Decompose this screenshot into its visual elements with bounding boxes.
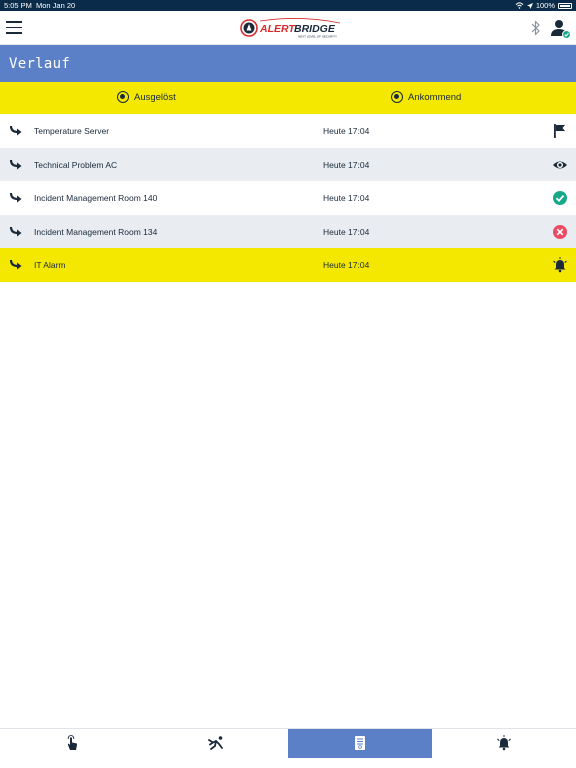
cancel-circle-icon: [553, 224, 567, 239]
app-header: ALERT BRIDGE NEXT LEVEL OF SECURITY: [0, 11, 576, 45]
forward-arrow-icon: [9, 159, 22, 170]
alertbridge-logo: ALERT BRIDGE NEXT LEVEL OF SECURITY: [240, 18, 340, 39]
forward-arrow-icon: [9, 260, 22, 270]
list-item[interactable]: Incident Management Room 134 Heute 17:04: [0, 214, 576, 249]
filter-triggered[interactable]: Ausgelöst: [117, 91, 176, 103]
check-circle-icon: [553, 191, 567, 206]
svg-text:BRIDGE: BRIDGE: [294, 23, 336, 35]
tab-alarms[interactable]: [432, 729, 576, 758]
status-time: 5:05 PM: [4, 1, 32, 10]
user-status-icon[interactable]: [551, 19, 571, 39]
alarm-time: Heute 17:04: [323, 126, 370, 136]
battery-percent: 100%: [535, 1, 555, 10]
location-arrow-icon: [526, 2, 533, 9]
svg-text:ALERT: ALERT: [259, 23, 296, 35]
tab-history[interactable]: [288, 729, 432, 758]
filter-label: Ankommend: [408, 91, 462, 103]
forward-arrow-icon: [9, 193, 22, 203]
system-status-bar: 5:05 PM Mon Jan 20 100%: [0, 0, 576, 11]
list-item[interactable]: Temperature Server Heute 17:04: [0, 114, 576, 148]
alarm-bell-icon: [497, 735, 511, 751]
man-down-icon: [208, 736, 223, 750]
list-item[interactable]: IT Alarm Heute 17:04: [0, 248, 576, 282]
wifi-icon: [515, 2, 524, 9]
tab-trigger-alarm[interactable]: [0, 729, 144, 758]
alarm-bell-icon: [553, 257, 567, 273]
touch-hand-icon: [67, 735, 78, 750]
home-indicator-area: [0, 758, 576, 768]
forward-arrow-icon: [9, 125, 22, 136]
bluetooth-icon[interactable]: [530, 19, 542, 37]
tab-man-down[interactable]: [144, 729, 288, 758]
filter-incoming[interactable]: Ankommend: [391, 91, 461, 103]
battery-icon: [558, 2, 572, 9]
alarm-name: Incident Management Room 140: [34, 193, 158, 204]
list-item[interactable]: Incident Management Room 140 Heute 17:04: [0, 181, 576, 215]
bottom-tab-bar: [0, 728, 576, 758]
alarm-name: Technical Problem AC: [34, 159, 118, 170]
alarm-history-list: Temperature Server Heute 17:04 Technical…: [0, 114, 576, 282]
forward-arrow-icon: [9, 226, 22, 237]
alarm-name: IT Alarm: [34, 260, 66, 271]
filter-label: Ausgelöst: [134, 91, 176, 103]
alarm-name: Incident Management Room 134: [34, 226, 158, 237]
radio-selected-icon[interactable]: [117, 91, 129, 103]
alarm-time: Heute 17:04: [323, 260, 370, 271]
alarm-time: Heute 17:04: [323, 193, 370, 204]
status-date: Mon Jan 20: [36, 1, 76, 10]
alarm-name: Temperature Server: [34, 126, 110, 136]
hamburger-menu-icon[interactable]: [6, 21, 22, 35]
history-document-icon: [355, 736, 365, 750]
status-indicators: 100%: [515, 1, 572, 10]
alarm-time: Heute 17:04: [323, 226, 370, 237]
svg-text:NEXT LEVEL OF SECURITY: NEXT LEVEL OF SECURITY: [298, 35, 337, 39]
page-title-bar: Verlauf: [0, 45, 576, 82]
eye-icon: [553, 161, 567, 169]
page-title: Verlauf: [9, 56, 71, 72]
radio-selected-icon[interactable]: [391, 91, 403, 103]
flag-icon: [554, 124, 565, 138]
alarm-time: Heute 17:04: [323, 159, 370, 170]
filter-bar: Ausgelöst Ankommend: [0, 82, 576, 114]
list-item[interactable]: Technical Problem AC Heute 17:04: [0, 147, 576, 182]
